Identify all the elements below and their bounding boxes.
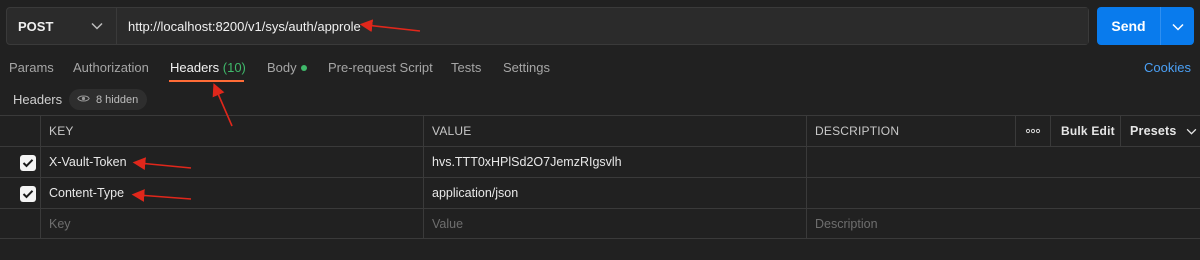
new-description-input[interactable]: Description	[815, 209, 878, 238]
hidden-headers-toggle[interactable]: 8 hidden	[69, 89, 148, 110]
headers-section-title: Headers	[13, 92, 63, 107]
bulk-edit-button[interactable]: Bulk Edit	[1061, 116, 1115, 146]
more-options-icon[interactable]	[1025, 116, 1041, 146]
row-enabled-checkbox[interactable]	[20, 155, 36, 171]
chevron-down-icon	[90, 19, 104, 33]
presets-label: Presets	[1130, 124, 1177, 138]
method-select[interactable]: POST	[7, 8, 117, 44]
column-header-description: DESCRIPTION	[815, 124, 900, 138]
eye-icon	[77, 94, 90, 106]
cookies-link[interactable]: Cookies	[1144, 60, 1191, 75]
tab-settings[interactable]: Settings	[503, 60, 550, 75]
body-indicator-dot	[300, 64, 307, 71]
table-header-row: KEY VALUE DESCRIPTION Bulk Edit Presets	[0, 115, 1200, 146]
url-input[interactable]: http://localhost:8200/v1/sys/auth/approl…	[117, 8, 1088, 44]
new-key-input[interactable]: Key	[49, 209, 71, 238]
tab-tests[interactable]: Tests	[451, 60, 481, 75]
tab-body-label: Body	[267, 60, 297, 75]
tab-authorization[interactable]: Authorization	[73, 60, 149, 75]
active-tab-underline	[169, 80, 244, 82]
presets-dropdown[interactable]: Presets	[1130, 116, 1197, 146]
header-key-input[interactable]: Content-Type	[49, 178, 124, 208]
send-button[interactable]: Send	[1097, 7, 1160, 45]
tab-headers-count: (10)	[222, 60, 246, 75]
header-value-input[interactable]: application/json	[432, 178, 518, 208]
headers-table: KEY VALUE DESCRIPTION Bulk Edit Presets …	[0, 115, 1200, 239]
tab-pre-request-script[interactable]: Pre-request Script	[328, 60, 433, 75]
row-enabled-checkbox[interactable]	[20, 186, 36, 202]
tab-params[interactable]: Params	[9, 60, 54, 75]
header-value-input[interactable]: hvs.TTT0xHPlSd2O7JemzRIgsvlh	[432, 147, 622, 177]
send-options-button[interactable]	[1160, 7, 1194, 45]
table-row-empty: Key Value Description	[0, 208, 1200, 239]
method-label: POST	[18, 18, 54, 34]
chevron-down-icon	[1171, 19, 1184, 34]
column-header-key: KEY	[49, 124, 74, 138]
hidden-count-label: 8 hidden	[96, 93, 139, 106]
request-bar: POST http://localhost:8200/v1/sys/auth/a…	[6, 7, 1089, 45]
tab-headers-label: Headers	[170, 60, 220, 75]
request-tabs: Params Authorization Headers (10) Body P…	[0, 56, 1200, 82]
url-text: http://localhost:8200/v1/sys/auth/approl…	[128, 18, 361, 34]
column-header-value: VALUE	[432, 124, 472, 138]
table-row: X-Vault-Token hvs.TTT0xHPlSd2O7JemzRIgsv…	[0, 146, 1200, 177]
header-key-input[interactable]: X-Vault-Token	[49, 147, 127, 177]
chevron-down-icon	[1186, 128, 1197, 135]
send-button-group: Send	[1097, 7, 1194, 45]
table-row: Content-Type application/json	[0, 177, 1200, 208]
new-value-input[interactable]: Value	[432, 209, 463, 238]
tab-body[interactable]: Body	[267, 60, 307, 75]
tab-headers[interactable]: Headers (10)	[170, 60, 246, 75]
